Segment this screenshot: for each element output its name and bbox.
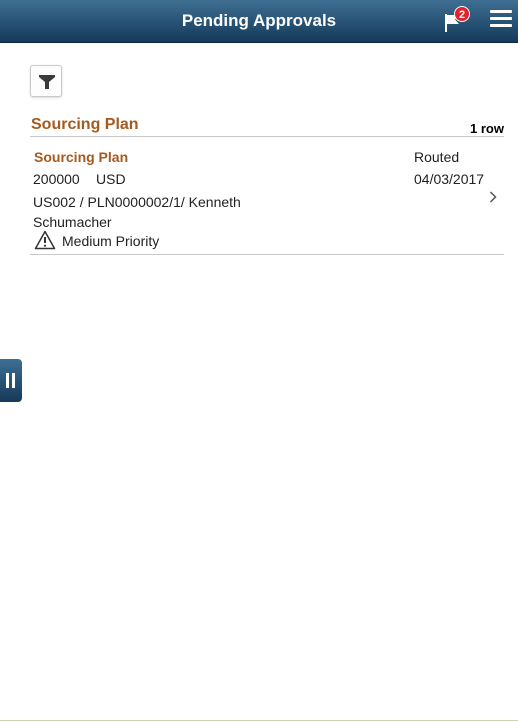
section-divider xyxy=(30,136,504,137)
filter-button[interactable] xyxy=(30,65,62,97)
pause-bars-icon xyxy=(6,373,9,388)
page-title: Pending Approvals xyxy=(181,11,337,30)
item-currency: USD xyxy=(96,171,126,187)
item-date: 04/03/2017 xyxy=(414,171,485,187)
filter-icon xyxy=(39,75,55,89)
item-description: US002 / PLN0000002/1/ Kenneth Schumacher xyxy=(33,194,241,230)
item-amount: 200000 xyxy=(33,171,80,187)
item-divider xyxy=(30,254,504,255)
notification-count-badge: 2 xyxy=(454,6,470,22)
row-count: 1 row xyxy=(470,121,504,136)
notifications-button[interactable]: 2 xyxy=(442,6,472,36)
item-priority: Medium Priority xyxy=(62,233,160,249)
hamburger-menu-line xyxy=(490,17,512,20)
section-title: Sourcing Plan xyxy=(31,116,139,133)
chevron-right-icon[interactable] xyxy=(489,191,497,203)
hamburger-menu-icon xyxy=(490,10,512,13)
menu-button[interactable] xyxy=(490,10,512,32)
list-item[interactable]: Sourcing Plan 200000 USD US002 / PLN0000… xyxy=(30,141,504,254)
hamburger-menu-line xyxy=(490,24,512,27)
item-title: Sourcing Plan xyxy=(34,149,129,165)
header-bar: Pending Approvals 2 xyxy=(0,0,518,43)
warning-icon xyxy=(34,230,56,250)
pause-bar xyxy=(12,373,15,388)
bottom-rule xyxy=(0,720,518,721)
side-panel-toggle[interactable] xyxy=(0,359,22,402)
item-status: Routed xyxy=(414,149,460,165)
